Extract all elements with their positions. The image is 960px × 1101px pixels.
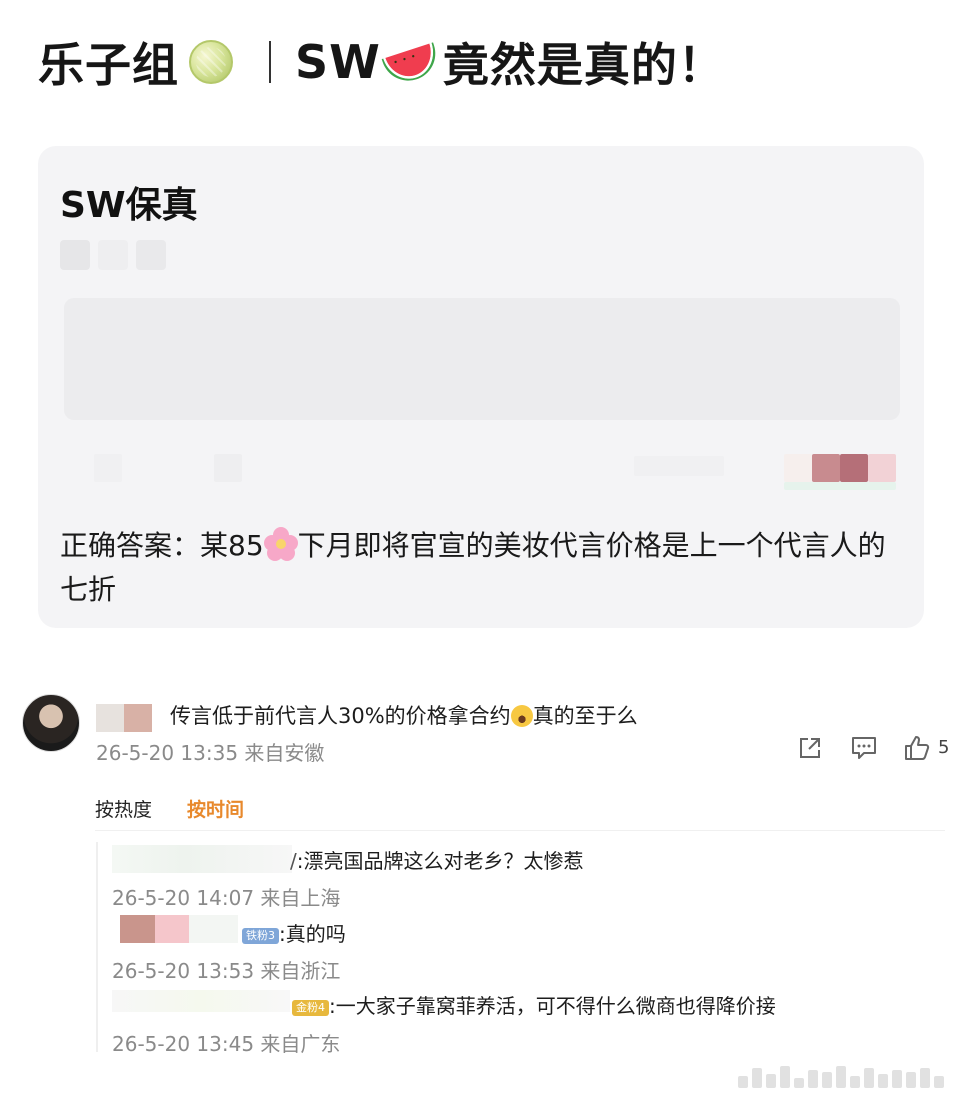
reply-3-timestamp: 26-5-20 13:45 来自广东 <box>112 1032 341 1056</box>
title-prefix: SW <box>295 35 381 89</box>
thumbs-up-icon[interactable] <box>903 734 931 762</box>
cherry-blossom-icon <box>263 527 298 561</box>
reply-2-timestamp: 26-5-20 13:53 来自浙江 <box>112 959 341 983</box>
reply-1-body: :漂亮国品牌这么对老乡？太惨惹 <box>296 849 584 873</box>
card-answer-text: 正确答案：某85 下月即将官宣的美妆代言价格是上一个代言人的七折 <box>60 524 900 612</box>
post-title: 乐子组 SW 竟然是真的！ <box>38 30 725 94</box>
reply-2-blurred-user[interactable] <box>120 915 238 943</box>
reply-1-prefix: / <box>290 849 297 873</box>
blurred-content-box <box>64 298 900 420</box>
blurred-username[interactable] <box>96 704 152 732</box>
comment-timestamp: 26-5-20 13:35 来自安徽 <box>96 741 325 765</box>
comment-icon[interactable] <box>850 735 878 761</box>
card-heading: SW保真 <box>60 185 198 226</box>
reply-2-text: 铁粉3:真的吗 <box>242 918 346 947</box>
comment-text-start: 传言低于前代言人30%的价格拿合约 <box>170 704 511 728</box>
comment-text: 传言低于前代言人30%的价格拿合约 真的至于么 <box>170 700 638 730</box>
reply-1-text: /:漂亮国品牌这么对老乡？太惨惹 <box>290 845 584 874</box>
title-suffix: 竟然是真的！ <box>442 38 725 92</box>
avatar[interactable] <box>22 694 80 752</box>
laughing-icon <box>510 705 533 727</box>
melon-icon <box>189 40 233 84</box>
sort-by-hot-tab[interactable]: 按热度 <box>95 795 152 822</box>
sort-divider <box>95 830 945 831</box>
share-icon[interactable] <box>797 735 823 761</box>
reply-1-timestamp: 26-5-20 14:07 来自上海 <box>112 886 341 910</box>
title-group-name: 乐子组 <box>38 38 179 92</box>
reply-3-text: 金粉4:一大家子靠窝菲养活，可不得什么微商也得降价接 <box>292 990 776 1019</box>
sort-by-time-tab[interactable]: 按时间 <box>187 795 244 822</box>
blurred-footer-strip <box>64 450 900 490</box>
comment-text-end: 真的至于么 <box>532 704 638 728</box>
replies-thread-line <box>96 842 98 1052</box>
like-count: 5 <box>938 737 950 758</box>
watermelon-icon <box>381 42 443 88</box>
blurred-watermark <box>738 1062 952 1088</box>
reply-3-blurred-user[interactable] <box>112 990 290 1012</box>
blurred-author-line <box>60 240 184 272</box>
fan-level-badge: 金粉4 <box>292 1000 329 1016</box>
reply-2-body: :真的吗 <box>279 922 346 946</box>
reply-3-body: :一大家子靠窝菲养活，可不得什么微商也得降价接 <box>329 994 776 1018</box>
fan-level-badge: 铁粉3 <box>242 928 279 944</box>
answer-prefix: 正确答案：某85 <box>60 529 264 562</box>
title-divider <box>269 41 271 83</box>
reply-1-blurred-user[interactable] <box>112 845 292 873</box>
